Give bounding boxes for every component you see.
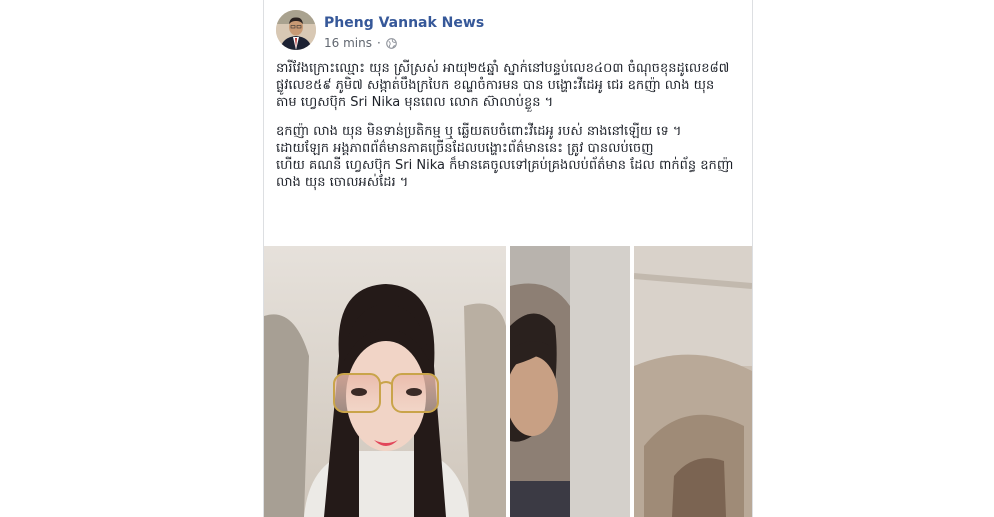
post-paragraph-1: នារីវែងក្រោះឈ្មោះ យុន ស្រីស្រស់ អាយុ២៥ឆ្… [276,61,734,110]
author-avatar[interactable] [276,10,316,50]
avatar-portrait [276,10,316,50]
photo-man-profile[interactable] [510,246,630,517]
dot-separator: · [376,36,381,50]
facebook-post-card: Pheng Vannak News 16 mins · នារីវែងក្រោះ… [263,0,753,517]
photo-woman-selfie[interactable] [264,246,506,517]
globe-icon[interactable] [385,37,397,49]
photo-grid [264,246,752,517]
post-header: Pheng Vannak News 16 mins · [276,10,736,54]
post-body: នារីវែងក្រោះឈ្មោះ យុន ស្រីស្រស់ អាយុ២៥ឆ្… [276,60,738,203]
post-paragraph-2: ឧកញ៉ា លាង យុន មិនទាន់ប្រតិកម្ម ឬ ឆ្លើយតប… [276,124,734,190]
post-meta: 16 mins · [324,36,397,50]
photo-car-interior[interactable] [634,246,752,517]
author-name-link[interactable]: Pheng Vannak News [324,15,484,31]
post-timestamp-link[interactable]: 16 mins [324,36,372,50]
